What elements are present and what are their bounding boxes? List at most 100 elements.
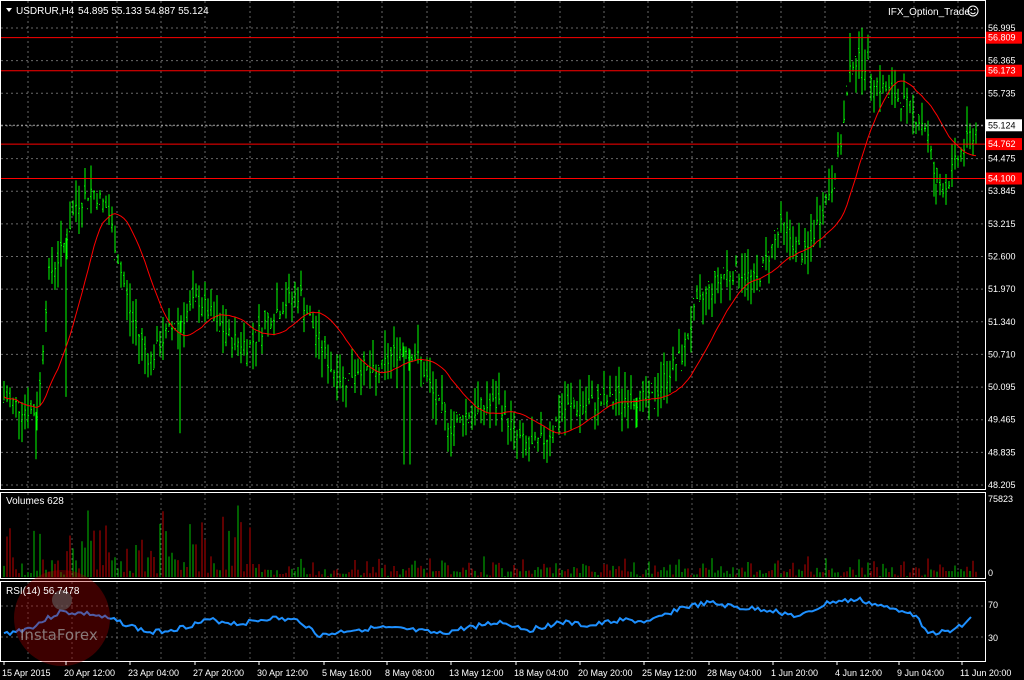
price-bar: [210, 289, 212, 317]
horizontal-levels[interactable]: 56.809 56.173 54.762 54.100 55.124: [1, 31, 1022, 185]
price-bar: [942, 183, 944, 198]
price-bar: [909, 100, 911, 114]
price-bar: [486, 381, 488, 415]
price-bar: [729, 271, 731, 301]
price-bar: [570, 382, 572, 430]
price-bar: [234, 317, 236, 351]
price-bar: [138, 333, 140, 364]
price-bar: [249, 339, 251, 348]
rsi-pane[interactable]: [0, 581, 986, 662]
price-bar: [96, 193, 98, 210]
expert-name[interactable]: IFX_Option_Trade: [888, 7, 970, 18]
price-bar: [147, 353, 149, 378]
price-bar: [621, 388, 623, 432]
price-bar: [60, 220, 62, 267]
price-bar: [612, 394, 614, 410]
price-bar: [834, 173, 836, 189]
price-bar: [678, 328, 680, 354]
level-price-label: 54.762: [988, 139, 1016, 149]
price-bar: [444, 402, 446, 431]
price-bar: [156, 326, 158, 344]
price-bar: [609, 375, 611, 397]
time-tick: 20 May 20:00: [578, 668, 633, 678]
main-pane[interactable]: [0, 0, 986, 490]
price-bar: [744, 252, 746, 297]
price-bar: [798, 222, 800, 245]
price-bar: [207, 298, 209, 319]
price-bar: [651, 382, 653, 394]
price-bar: [828, 168, 830, 201]
price-bar: [273, 313, 275, 336]
price-bar: [675, 357, 677, 382]
price-bar: [162, 316, 164, 361]
price-bar: [879, 65, 881, 112]
price-bar: [270, 317, 272, 329]
price-bar: [306, 304, 308, 315]
price-bar: [441, 375, 443, 413]
price-bar: [153, 344, 155, 370]
price-bar: [456, 411, 458, 423]
price-bar: [63, 242, 65, 253]
chart-canvas[interactable]: 56.809 56.173 54.762 54.100 55.124 InstaFore…: [0, 0, 1024, 680]
price-bar: [588, 374, 590, 405]
price-bar: [882, 74, 884, 94]
price-bar: [33, 404, 35, 417]
price-bar: [426, 357, 428, 382]
volumes-title: Volumes 628: [6, 496, 64, 507]
time-axis[interactable]: 15 Apr 2015 20 Apr 12:00 23 Apr 04:00 27 Ap…: [2, 661, 1011, 678]
price-bar: [291, 291, 293, 322]
price-bar: [225, 308, 227, 347]
ohlc-readout: 54.895 55.133 54.887 55.124: [78, 6, 209, 17]
price-bar: [126, 280, 128, 321]
price-bar: [630, 375, 632, 410]
price-bar: [789, 219, 791, 261]
dropdown-triangle-icon[interactable]: [6, 8, 12, 12]
price-bar: [894, 69, 896, 108]
price-bar: [897, 88, 899, 102]
price-bar: [420, 356, 422, 387]
price-bar: [462, 415, 464, 437]
price-bar: [201, 297, 203, 317]
price-bar: [345, 377, 347, 408]
price-axis[interactable]: 56.995 56.365 55.735 54.475 53.845 53.215 52.6…: [988, 23, 1016, 490]
price-bar: [726, 250, 728, 288]
price-bar: [75, 180, 77, 223]
level-price-label: 56.173: [988, 66, 1016, 76]
rsi-line: [3, 596, 972, 639]
price-bar: [405, 346, 407, 360]
price-bar: [219, 312, 221, 332]
price-bar: [105, 195, 107, 209]
price-bar: [933, 161, 935, 197]
price-bar: [666, 360, 668, 404]
price-bar: [969, 123, 971, 150]
price-bar: [795, 236, 797, 263]
price-bar: [243, 322, 245, 356]
price-bar: [537, 437, 539, 452]
price-bar: [468, 412, 470, 424]
price-bar: [183, 302, 185, 348]
price-bar: [177, 307, 179, 350]
price-bar: [378, 364, 380, 384]
price-bar: [519, 420, 521, 439]
price-bar: [111, 206, 113, 233]
price-bar: [531, 416, 533, 445]
price-bar: [204, 281, 206, 323]
price-bar: [552, 425, 554, 444]
price-bar: [501, 405, 503, 432]
price-bar: [507, 417, 509, 445]
price-bar: [804, 227, 806, 265]
price-bar: [843, 100, 845, 124]
time-tick: 23 Apr 04:00: [128, 668, 179, 678]
price-bar: [129, 283, 131, 337]
time-tick: 30 Apr 12:00: [257, 668, 308, 678]
price-bar: [705, 286, 707, 316]
price-bar: [816, 196, 818, 225]
price-bar: [87, 197, 89, 210]
price-bar: [450, 409, 452, 457]
price-bar: [573, 397, 575, 409]
price-bar: [312, 312, 314, 329]
volumes-axis-max: 75823: [988, 494, 1013, 504]
trading-chart-window[interactable]: 56.809 56.173 54.762 54.100 55.124 InstaFore…: [0, 0, 1024, 680]
time-tick: 27 Apr 20:00: [193, 668, 244, 678]
price-bar: [939, 173, 941, 196]
